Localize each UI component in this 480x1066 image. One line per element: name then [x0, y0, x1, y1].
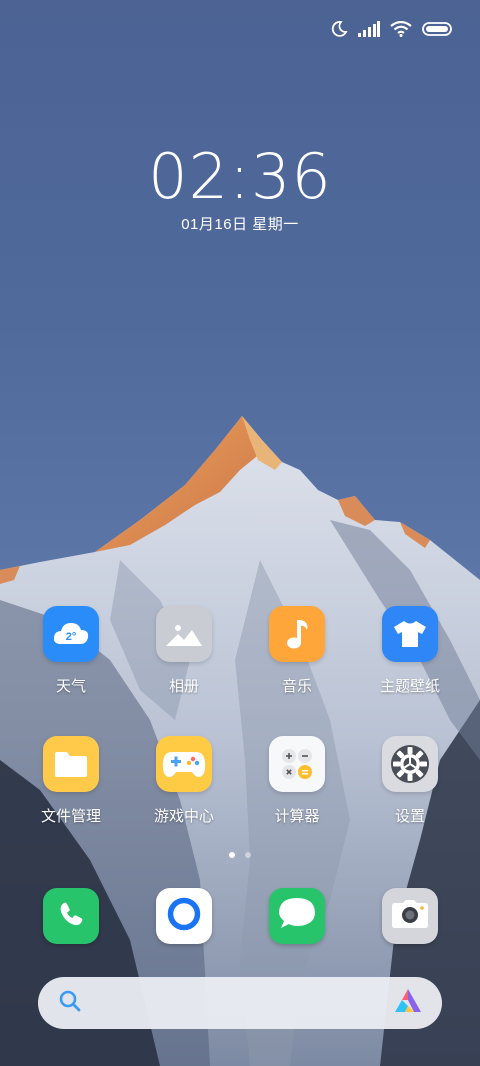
dock-phone-button[interactable] [43, 888, 99, 944]
browser-icon [167, 897, 201, 936]
app-label-music: 音乐 [281, 678, 312, 695]
gear-icon[interactable] [382, 736, 438, 792]
folder-icon[interactable] [43, 736, 99, 792]
status-bar [330, 18, 452, 44]
clock-time[interactable]: 02:36 [0, 140, 480, 213]
app-files[interactable]: 文件管理 [21, 736, 121, 826]
app-gallery[interactable]: 相册 [134, 606, 234, 696]
search-bar[interactable] [38, 977, 442, 1029]
music-note-icon[interactable] [269, 606, 325, 662]
app-themes[interactable]: 主题壁纸 [360, 606, 460, 696]
search-icon[interactable] [58, 989, 82, 1018]
tshirt-icon[interactable] [382, 606, 438, 662]
signal-icon [358, 20, 380, 42]
battery-icon [422, 21, 452, 42]
phone-icon [57, 900, 85, 933]
app-label-settings: 设置 [394, 808, 425, 825]
page-dot-active [229, 852, 235, 858]
app-label-games: 游戏中心 [153, 808, 214, 825]
message-icon [277, 896, 317, 937]
home-screen: 02:36 01月16日 星期一 2° 天气 相册 音乐 主题壁纸 文件管理 游… [0, 0, 480, 1066]
app-games[interactable]: 游戏中心 [134, 736, 234, 826]
camera-icon [391, 899, 429, 934]
moon-icon [330, 20, 348, 43]
app-label-themes: 主题壁纸 [379, 678, 440, 695]
page-dot [245, 852, 251, 858]
dock-messages-button[interactable] [269, 888, 325, 944]
dock-camera-button[interactable] [382, 888, 438, 944]
app-settings[interactable]: 设置 [360, 736, 460, 826]
dock-browser-button[interactable] [156, 888, 212, 944]
weather-cloud-icon[interactable]: 2° [43, 606, 99, 662]
svg-text:2°: 2° [66, 631, 77, 643]
assistant-logo-icon[interactable] [394, 988, 422, 1019]
app-label-calculator: 计算器 [274, 808, 320, 825]
app-label-weather: 天气 [55, 678, 86, 695]
app-label-gallery: 相册 [168, 678, 199, 695]
clock-date[interactable]: 01月16日 星期一 [0, 213, 480, 234]
page-indicator[interactable] [0, 852, 480, 858]
wifi-icon [390, 20, 412, 42]
calculator-icon[interactable] [269, 736, 325, 792]
app-label-files: 文件管理 [40, 808, 101, 825]
app-music[interactable]: 音乐 [247, 606, 347, 696]
app-weather[interactable]: 2° 天气 [21, 606, 121, 696]
gallery-icon[interactable] [156, 606, 212, 662]
app-calculator[interactable]: 计算器 [247, 736, 347, 826]
gamepad-icon[interactable] [156, 736, 212, 792]
